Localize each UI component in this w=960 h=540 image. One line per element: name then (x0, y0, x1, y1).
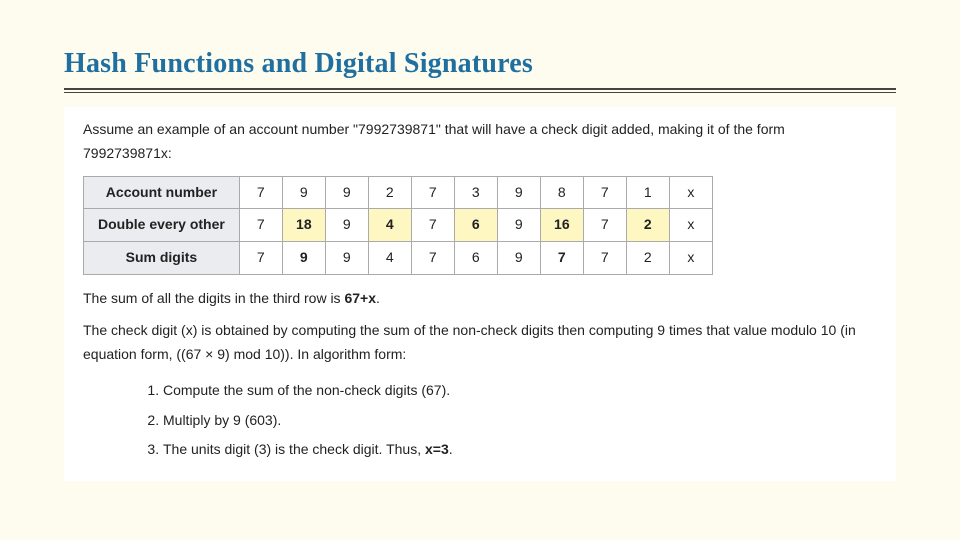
table-row-account: Account number 7 9 9 2 7 3 9 8 7 1 x (84, 176, 713, 209)
title-divider-inner (64, 92, 896, 93)
table-row-sum: Sum digits 7 9 9 4 7 6 9 7 7 2 x (84, 242, 713, 275)
sum-paragraph: The sum of all the digits in the third r… (83, 287, 877, 311)
step-3-c: . (449, 441, 453, 457)
step-1: Compute the sum of the non-check digits … (163, 376, 877, 405)
row-label: Sum digits (84, 242, 240, 275)
content-panel: Assume an example of an account number "… (64, 107, 896, 481)
check-digit-paragraph: The check digit (x) is obtained by compu… (83, 319, 877, 367)
step-3: The units digit (3) is the check digit. … (163, 435, 877, 464)
sum-text-c: . (376, 290, 380, 306)
intro-text: Assume an example of an account number "… (83, 118, 877, 166)
table-row-doubled: Double every other 7 18 9 4 7 6 9 16 7 2… (84, 209, 713, 242)
luhn-table: Account number 7 9 9 2 7 3 9 8 7 1 x Dou… (83, 176, 713, 275)
step-3-result: x=3 (425, 441, 449, 457)
sum-text-a: The sum of all the digits in the third r… (83, 290, 344, 306)
step-3-a: The units digit (3) is the check digit. … (163, 441, 425, 457)
row-label: Account number (84, 176, 240, 209)
row-label: Double every other (84, 209, 240, 242)
step-2: Multiply by 9 (603). (163, 406, 877, 435)
title-divider-outer (64, 88, 896, 93)
slide-title: Hash Functions and Digital Signatures (64, 48, 896, 86)
algorithm-steps: Compute the sum of the non-check digits … (83, 376, 877, 464)
sum-value: 67+x (344, 290, 376, 306)
